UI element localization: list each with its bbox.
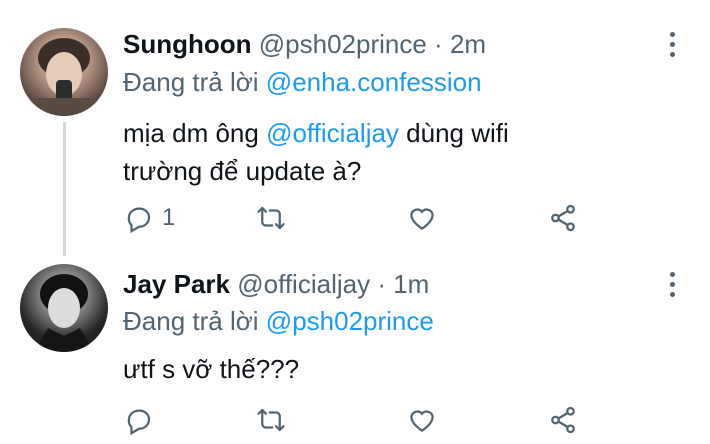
tweet-text: ưtf s vỡ thế??? <box>123 350 299 388</box>
more-icon[interactable] <box>658 268 686 300</box>
retweet-icon <box>257 206 285 230</box>
replying-to-label: Đang trả lời <box>123 306 259 336</box>
retweet-button[interactable] <box>256 200 294 236</box>
tweet-text-line: trường để update à? <box>123 156 362 186</box>
share-icon <box>551 406 575 434</box>
tweet[interactable]: Sunghoon @psh02prince · 2m Đang trả lời … <box>0 0 710 256</box>
reply-count: 1 <box>162 204 176 231</box>
share-button[interactable] <box>548 200 578 236</box>
display-name[interactable]: Jay Park <box>123 269 230 299</box>
tweet-text-line: ưtf s vỡ thế??? <box>123 354 300 384</box>
avatar[interactable] <box>20 264 108 352</box>
comment-icon <box>127 409 151 435</box>
heart-icon <box>410 410 434 432</box>
more-icon[interactable] <box>658 28 686 60</box>
tweet-header: Jay Park @officialjay · 1m <box>123 268 429 300</box>
display-name[interactable]: Sunghoon <box>123 29 252 59</box>
separator-dot: · <box>377 269 386 299</box>
replying-to: Đang trả lời @enha.confession <box>123 66 482 98</box>
tweet-header: Sunghoon @psh02prince · 2m <box>123 28 486 60</box>
share-icon <box>551 204 575 232</box>
heart-icon <box>410 208 434 230</box>
action-bar: 1 <box>0 200 710 236</box>
timestamp[interactable]: 1m <box>393 269 429 299</box>
like-button[interactable] <box>407 402 445 438</box>
replying-to-mention[interactable]: @psh02prince <box>266 306 434 336</box>
share-button[interactable] <box>548 402 578 438</box>
like-button[interactable] <box>407 200 445 236</box>
retweet-button[interactable] <box>256 402 294 438</box>
comment-icon <box>127 207 151 233</box>
replying-to: Đang trả lời @psh02prince <box>123 305 434 337</box>
avatar[interactable] <box>20 28 108 116</box>
timestamp[interactable]: 2m <box>450 29 486 59</box>
tweet-text-part: dùng wifi <box>398 118 509 148</box>
retweet-icon <box>257 408 285 432</box>
replying-to-mention[interactable]: @enha.confession <box>266 67 482 97</box>
reply-button[interactable]: 1 <box>124 200 175 236</box>
reply-button[interactable] <box>124 402 162 438</box>
tweet-text: mịa dm ông @officialjay dùng wifi trường… <box>123 114 509 190</box>
action-bar <box>0 402 710 438</box>
user-handle[interactable]: @officialjay <box>237 269 370 299</box>
separator-dot: · <box>434 29 443 59</box>
tweet[interactable]: Jay Park @officialjay · 1m Đang trả lời … <box>0 256 710 444</box>
replying-to-label: Đang trả lời <box>123 67 259 97</box>
tweet-mention[interactable]: @officialjay <box>266 118 399 148</box>
tweet-text-part: mịa dm ông <box>123 118 267 148</box>
user-handle[interactable]: @psh02prince <box>259 29 427 59</box>
